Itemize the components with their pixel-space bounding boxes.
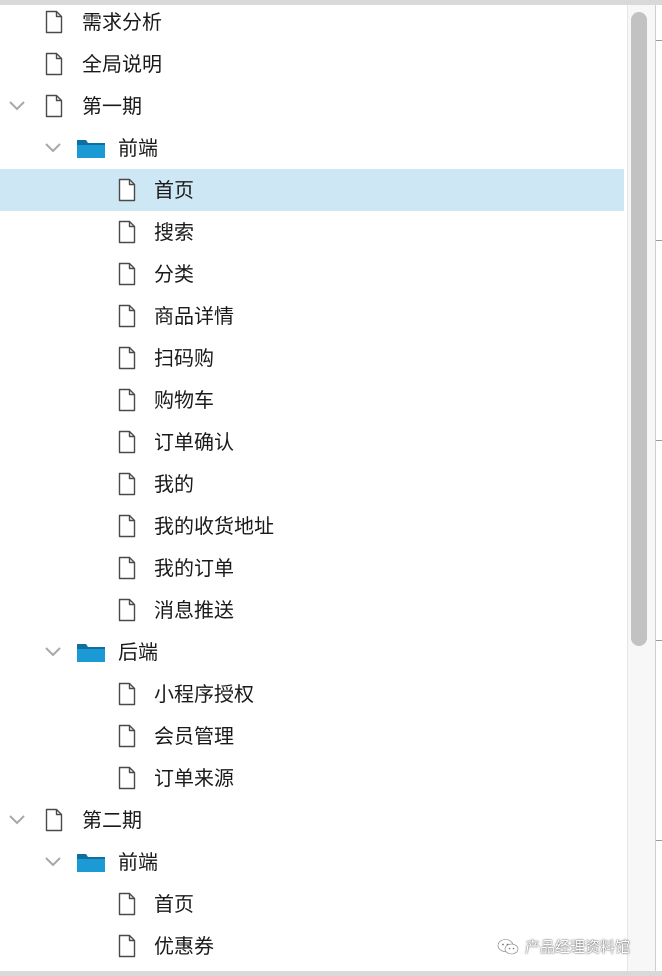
tree-item-label: 小程序授权 bbox=[154, 682, 254, 706]
ruler-tick bbox=[656, 40, 662, 41]
folder-icon bbox=[77, 854, 105, 872]
folder-icon bbox=[77, 644, 105, 662]
tree-item-label: 我的订单 bbox=[154, 556, 234, 580]
tree-item[interactable]: 需求分析 bbox=[0, 1, 624, 43]
tree-item-label: 第一期 bbox=[82, 94, 142, 118]
file-icon bbox=[45, 10, 63, 34]
tree-item[interactable]: 前端 bbox=[0, 841, 624, 883]
tree-item-label: 搜索 bbox=[154, 220, 194, 244]
tree-item[interactable]: 我的收货地址 bbox=[0, 505, 624, 547]
ruler-tick bbox=[656, 240, 662, 241]
tree-item-label: 订单来源 bbox=[154, 766, 234, 790]
tree-item-label: 前端 bbox=[118, 850, 158, 874]
tree-item[interactable]: 分类 bbox=[0, 253, 624, 295]
ruler-label: 100 bbox=[655, 247, 657, 268]
tree-item-label: 会员管理 bbox=[154, 724, 234, 748]
watermark: 产品经理资料馆 bbox=[497, 936, 630, 957]
tree-item[interactable]: 小程序授权 bbox=[0, 673, 624, 715]
tree-item-label: 首页 bbox=[154, 892, 194, 916]
chevron-down-icon[interactable] bbox=[44, 643, 62, 661]
tree-item[interactable]: 我的订单 bbox=[0, 547, 624, 589]
chevron-down-icon[interactable] bbox=[44, 139, 62, 157]
tree-item[interactable]: 首页 bbox=[0, 169, 624, 211]
tree-item-label: 我的 bbox=[154, 472, 194, 496]
tree-item-label: 全局说明 bbox=[82, 52, 162, 76]
file-icon bbox=[45, 808, 63, 832]
file-icon bbox=[118, 682, 136, 706]
tree-item[interactable]: 我的 bbox=[0, 463, 624, 505]
wechat-icon bbox=[497, 938, 519, 954]
tree-item-label: 购物车 bbox=[154, 388, 214, 412]
tree-item-label: 需求分析 bbox=[82, 10, 162, 34]
file-icon bbox=[118, 430, 136, 454]
file-icon bbox=[118, 472, 136, 496]
tree-item[interactable]: 全局说明 bbox=[0, 43, 624, 85]
tree-item-label: 扫码购 bbox=[154, 346, 214, 370]
tree-item-label: 订单确认 bbox=[154, 430, 234, 454]
file-icon bbox=[118, 346, 136, 370]
tree-item[interactable]: 扫码购 bbox=[0, 337, 624, 379]
file-icon bbox=[118, 892, 136, 916]
file-icon bbox=[118, 304, 136, 328]
file-icon bbox=[118, 766, 136, 790]
tree-item[interactable]: 订单来源 bbox=[0, 757, 624, 799]
ruler-tick bbox=[656, 640, 662, 641]
window-bottom-edge bbox=[0, 971, 662, 976]
tree-item[interactable]: 消息推送 bbox=[0, 589, 624, 631]
tree-item[interactable]: 前端 bbox=[0, 127, 624, 169]
vertical-ruler: 0 100 200 300 400 bbox=[655, 5, 662, 971]
ruler-tick bbox=[656, 440, 662, 441]
watermark-text: 产品经理资料馆 bbox=[525, 938, 631, 956]
tree-item-label: 分类 bbox=[154, 262, 194, 286]
tree-item-label: 商品详情 bbox=[154, 304, 234, 328]
tree-item-label: 优惠券 bbox=[154, 934, 214, 958]
tree-item[interactable]: 第一期 bbox=[0, 85, 624, 127]
tree-item-label: 后端 bbox=[118, 640, 158, 664]
file-icon bbox=[118, 598, 136, 622]
tree-item[interactable]: 后端 bbox=[0, 631, 624, 673]
page-tree: 需求分析 全局说明 第一期 前端 首页 搜索 分类 商品详情 扫码购 购物车 订单确认 我的 我的收货地… bbox=[0, 0, 624, 976]
tree-item[interactable]: 第二期 bbox=[0, 799, 624, 841]
file-icon bbox=[45, 94, 63, 118]
tree-item-label: 我的收货地址 bbox=[154, 514, 274, 538]
chevron-down-icon[interactable] bbox=[8, 97, 26, 115]
file-icon bbox=[118, 724, 136, 748]
ruler-tick bbox=[656, 840, 662, 841]
tree-item[interactable]: 订单确认 bbox=[0, 421, 624, 463]
file-icon bbox=[118, 262, 136, 286]
tree-item[interactable]: 会员管理 bbox=[0, 715, 624, 757]
tree-item[interactable]: 商品详情 bbox=[0, 295, 624, 337]
vertical-scrollbar-thumb[interactable] bbox=[631, 12, 647, 646]
file-icon bbox=[45, 52, 63, 76]
ruler-label: 200 bbox=[655, 447, 657, 468]
ruler-label: 400 bbox=[655, 847, 657, 868]
chevron-down-icon[interactable] bbox=[44, 853, 62, 871]
tree-item-label: 前端 bbox=[118, 136, 158, 160]
tree-item-label: 第二期 bbox=[82, 808, 142, 832]
tree-item-label: 首页 bbox=[154, 178, 194, 202]
tree-item-label: 消息推送 bbox=[154, 598, 234, 622]
file-icon bbox=[118, 178, 136, 202]
tree-item[interactable]: 首页 bbox=[0, 883, 624, 925]
tree-item[interactable]: 搜索 bbox=[0, 211, 624, 253]
file-icon bbox=[118, 388, 136, 412]
file-icon bbox=[118, 514, 136, 538]
folder-icon bbox=[77, 140, 105, 158]
ruler-label: 300 bbox=[655, 647, 657, 668]
ruler-label: 0 bbox=[656, 47, 657, 54]
tree-item[interactable]: 购物车 bbox=[0, 379, 624, 421]
file-icon bbox=[118, 220, 136, 244]
file-icon bbox=[118, 934, 136, 958]
chevron-down-icon[interactable] bbox=[8, 811, 26, 829]
file-icon bbox=[118, 556, 136, 580]
